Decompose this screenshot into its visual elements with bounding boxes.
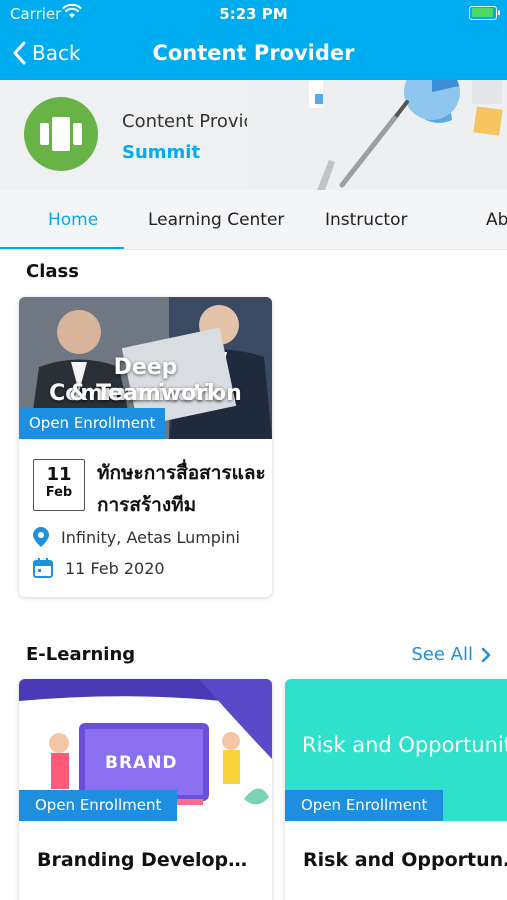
battery-icon (469, 6, 500, 20)
tab-about[interactable]: Ab (486, 190, 507, 249)
location-pin-icon (33, 527, 49, 547)
top-bar: Carrier 5:23 PM Back Content Provider (0, 0, 507, 80)
class-location: Infinity, Aetas Lumpini (33, 527, 261, 547)
date-month: Feb (45, 485, 73, 500)
class-cover-image: Deep Communication & Teamwork Open Enrol… (19, 297, 272, 439)
enrollment-badge: Open Enrollment (285, 790, 444, 821)
date-day: 11 (46, 464, 72, 485)
see-all-label: See All (411, 644, 473, 665)
date-box: 11 Feb (33, 459, 85, 511)
section-title-elearning: E-Learning (26, 644, 136, 665)
see-all-link[interactable]: See All (411, 644, 491, 665)
class-date-text: 11 Feb 2020 (65, 558, 165, 578)
tab-instructor[interactable]: Instructor (325, 190, 407, 249)
calendar-icon (33, 558, 53, 578)
section-title-class: Class (26, 261, 79, 282)
tab-learning-center[interactable]: Learning Center (148, 190, 284, 249)
enrollment-badge: Open Enrollment (19, 790, 178, 821)
chevron-right-icon (481, 647, 491, 662)
status-time: 5:23 PM (219, 5, 288, 23)
class-title: ทักษะการสื่อสารและการสร้างทีม (97, 462, 266, 516)
elearning-image-text: Risk and Opportunities (302, 733, 507, 757)
class-date: 11 Feb 2020 (33, 558, 261, 578)
elearning-cover-image: Risk and Opportunities Open Enrollment (285, 679, 507, 821)
screen: Carrier 5:23 PM Back Content Provider Co… (0, 0, 507, 900)
elearning-title: Branding Development (37, 849, 262, 871)
header-decoration-image (247, 80, 507, 190)
status-bar: Carrier 5:23 PM (0, 0, 507, 28)
elearning-title: Risk and Opportunities (303, 849, 507, 871)
class-image-text-line2: & Teamwork (69, 381, 222, 406)
enrollment-badge: Open Enrollment (19, 408, 166, 439)
provider-name: Summit (122, 142, 201, 163)
tab-active-indicator (0, 247, 124, 249)
elearning-image-text: BRAND (105, 753, 178, 773)
tab-home[interactable]: Home (48, 190, 98, 249)
page-title: Content Provider (152, 41, 355, 65)
elearning-card[interactable]: BRAND Open Enrollment Branding Developme… (19, 679, 272, 900)
class-card[interactable]: Deep Communication & Teamwork Open Enrol… (19, 297, 272, 597)
elearning-cover-image: BRAND Open Enrollment (19, 679, 272, 821)
tab-bar: Home Learning Center Instructor Ab (0, 190, 507, 250)
class-location-text: Infinity, Aetas Lumpini (61, 527, 240, 547)
provider-header: Content Provider Summit (0, 80, 507, 190)
provider-logo (24, 97, 98, 171)
elearning-card[interactable]: Risk and Opportunities Open Enrollment R… (285, 679, 507, 900)
